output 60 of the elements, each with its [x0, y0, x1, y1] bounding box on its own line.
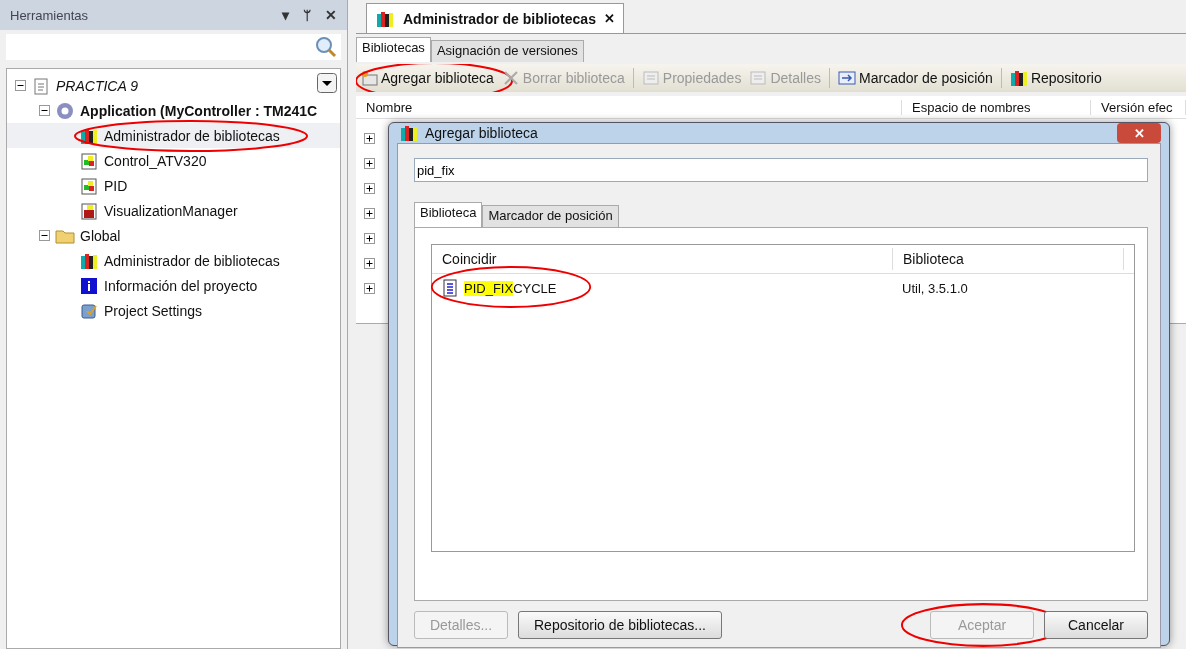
tree-item[interactable]: PRACTICA 9	[56, 77, 138, 94]
panel-button[interactable]: ᛘ	[303, 7, 311, 23]
close-button[interactable]: ✕	[1117, 123, 1161, 143]
block-icon	[79, 150, 99, 171]
add-library-icon	[360, 69, 378, 87]
tab-title: Administrador de bibliotecas	[403, 10, 596, 27]
properties-icon	[641, 69, 660, 87]
expand-icon[interactable]	[364, 208, 375, 219]
search-field[interactable]: pid_fix	[414, 158, 1148, 182]
tree-item[interactable]: Application (MyController : TM241C	[80, 102, 318, 119]
tree-item[interactable]: Información del proyecto	[104, 277, 258, 294]
tab[interactable]: Marcador de posición	[482, 205, 619, 227]
tree-item[interactable]: Global	[80, 227, 121, 244]
dialog-button[interactable]: Cancelar	[1044, 611, 1148, 639]
toolbar-button[interactable]: Repositorio	[1009, 69, 1102, 87]
gear-icon	[55, 100, 75, 121]
library-version: Util, 3.5.1.0	[901, 280, 969, 296]
tree-item[interactable]: Administrador de bibliotecas	[104, 252, 280, 269]
dialog-button[interactable]: Repositorio de bibliotecas...	[518, 611, 722, 639]
column-header[interactable]: Nombre	[356, 99, 902, 115]
close-button[interactable]: ✕	[603, 11, 615, 26]
tree-item[interactable]: Control_ATV320	[104, 152, 207, 169]
screen-block-icon	[79, 200, 99, 221]
expand-icon[interactable]	[364, 233, 375, 244]
info-icon	[79, 275, 99, 296]
tree-item[interactable]: PID	[104, 177, 128, 194]
collapse-icon[interactable]	[15, 80, 26, 91]
books-icon	[1009, 69, 1028, 87]
panel-button[interactable]: ▾	[282, 7, 289, 23]
tree-item[interactable]: Project Settings	[104, 302, 203, 319]
expand-icon[interactable]	[364, 258, 375, 269]
tab[interactable]: Bibliotecas	[356, 37, 431, 62]
document-icon	[442, 279, 458, 297]
column-header[interactable]: Biblioteca	[893, 248, 1124, 270]
column-header[interactable]: Versión efec	[1091, 99, 1186, 115]
panel-button[interactable]: ✕	[325, 7, 337, 23]
books-icon	[399, 123, 419, 143]
list-icon	[749, 69, 768, 87]
tab[interactable]: Biblioteca	[414, 202, 483, 227]
column-header[interactable]: Espacio de nombres	[902, 99, 1091, 115]
toolbar-button[interactable]: Marcador de posición	[838, 69, 993, 87]
expand-icon[interactable]	[364, 183, 375, 194]
dialog-title: Agregar biblioteca	[425, 125, 539, 141]
expand-icon[interactable]	[364, 133, 375, 144]
collapse-icon[interactable]	[39, 230, 50, 241]
expand-icon[interactable]	[364, 158, 375, 169]
dropdown-icon[interactable]	[317, 73, 337, 93]
block-icon	[79, 175, 99, 196]
collapse-icon[interactable]	[39, 105, 50, 116]
editor-tab[interactable]: Administrador de bibliotecas ✕	[366, 3, 624, 33]
x-mark-icon	[501, 69, 520, 87]
search-icon	[315, 36, 337, 58]
arrow-box-icon	[838, 69, 856, 87]
expand-icon[interactable]	[364, 283, 375, 294]
tab[interactable]: Asignación de versiones	[430, 40, 584, 62]
tree-item[interactable]: VisualizationManager	[104, 202, 238, 219]
search-field[interactable]	[6, 34, 341, 60]
panel-title: Herramientas	[10, 7, 90, 23]
column-header[interactable]: Coincidir	[432, 248, 893, 270]
document-icon	[31, 75, 51, 96]
